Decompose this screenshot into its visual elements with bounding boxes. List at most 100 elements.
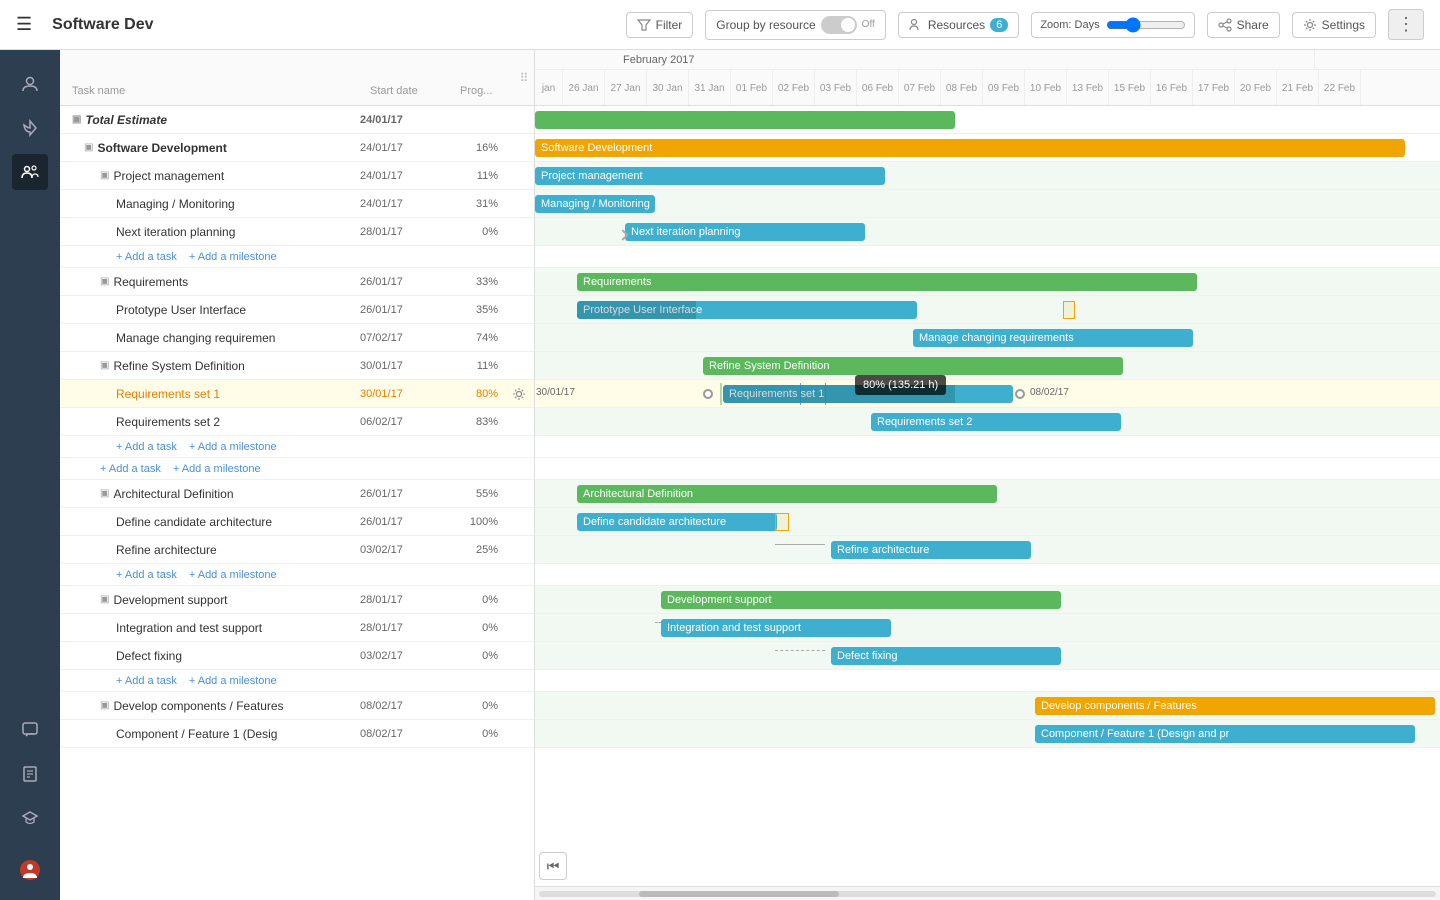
gantt-bar[interactable]: Managing / Monitoring — [535, 195, 655, 213]
dep-box — [775, 513, 789, 531]
sidebar-icon-profile[interactable] — [12, 66, 48, 102]
table-row[interactable]: ▣ Refine System Definition 30/01/17 11% — [60, 352, 534, 380]
table-row[interactable]: Managing / Monitoring 24/01/17 31% — [60, 190, 534, 218]
sidebar-icon-share[interactable] — [12, 110, 48, 146]
add-milestone-link[interactable]: + Add a milestone — [189, 251, 277, 263]
add-task-link[interactable]: + Add a task — [116, 441, 177, 453]
milestone-left — [703, 389, 713, 399]
bar-date-label-left: 30/01/17 — [536, 387, 575, 398]
table-row[interactable]: Requirements set 2 06/02/17 83% — [60, 408, 534, 436]
table-row[interactable]: ▣ Requirements 26/01/17 33% — [60, 268, 534, 296]
task-list-body: ▣ Total Estimate 24/01/17 ▣ Software Dev… — [60, 106, 534, 900]
add-task-row: + Add a task + Add a milestone — [60, 670, 534, 692]
gantt-bar[interactable] — [535, 111, 955, 129]
gantt-bar-software-dev[interactable]: Software Development — [535, 139, 1405, 157]
rewind-button[interactable]: ⏮ — [539, 852, 567, 880]
gantt-bar[interactable]: Refine architecture — [831, 541, 1031, 559]
scroll-thumb[interactable] — [639, 891, 839, 897]
gantt-bar[interactable]: Architectural Definition — [577, 485, 997, 503]
sidebar-icon-notes[interactable] — [12, 756, 48, 792]
table-row[interactable]: Integration and test support 28/01/17 0% — [60, 614, 534, 642]
topbar: ☰ Software Dev Filter Group by resource … — [0, 0, 1440, 50]
resize-handle[interactable]: ⠿ — [514, 50, 534, 105]
expand-icon[interactable]: ▣ — [100, 700, 109, 711]
table-row[interactable]: Component / Feature 1 (Desig 08/02/17 0% — [60, 720, 534, 748]
gantt-bar[interactable]: Project management — [535, 167, 885, 185]
milestone-right — [1015, 389, 1025, 399]
table-row[interactable]: Prototype User Interface 26/01/17 35% — [60, 296, 534, 324]
task-label: Next iteration planning — [116, 225, 235, 239]
dep-line — [775, 650, 825, 651]
sidebar-icon-team[interactable] — [12, 154, 48, 190]
add-milestone-link[interactable]: + Add a milestone — [189, 569, 277, 581]
resources-button[interactable]: Resources 6 — [898, 12, 1019, 38]
group-by-resource-button[interactable]: Group by resource Off — [705, 10, 886, 40]
task-progress: 83% — [444, 416, 504, 428]
gantt-bar[interactable]: Component / Feature 1 (Design and pr — [1035, 725, 1415, 743]
gantt-bar[interactable]: Refine System Definition — [703, 357, 1123, 375]
zoom-slider[interactable] — [1106, 17, 1186, 33]
table-row[interactable]: Refine architecture 03/02/17 25% — [60, 536, 534, 564]
expand-icon[interactable]: ▣ — [100, 360, 109, 371]
day-label: 16 Feb — [1151, 70, 1193, 106]
hamburger-icon[interactable]: ☰ — [16, 14, 32, 35]
gantt-bar[interactable]: Develop components / Features — [1035, 697, 1435, 715]
gantt-bar[interactable]: Define candidate architecture — [577, 513, 777, 531]
table-row[interactable]: ▣ Total Estimate 24/01/17 — [60, 106, 534, 134]
gantt-row-bg: Component / Feature 1 (Design and pr — [535, 720, 1440, 748]
expand-icon[interactable]: ▣ — [100, 170, 109, 181]
table-row[interactable]: ▣ Project management 24/01/17 11% — [60, 162, 534, 190]
expand-icon[interactable]: ▣ — [100, 594, 109, 605]
add-task-link[interactable]: + Add a task — [116, 569, 177, 581]
task-list: Task name Start date Prog... ⠿ ▣ Total E… — [60, 50, 535, 900]
add-milestone-link[interactable]: + Add a milestone — [189, 675, 277, 687]
gantt-bar[interactable]: Requirements set 2 — [871, 413, 1121, 431]
day-label: 09 Feb — [983, 70, 1025, 106]
gantt-bar[interactable]: Development support — [661, 591, 1061, 609]
table-row[interactable]: ▣ Software Development 24/01/17 16% — [60, 134, 534, 162]
share-button[interactable]: Share — [1207, 12, 1280, 38]
education-icon — [21, 809, 39, 827]
gantt-bar[interactable]: Requirements — [577, 273, 1197, 291]
horizontal-scrollbar[interactable] — [535, 886, 1440, 900]
gantt-bar[interactable]: Next iteration planning — [625, 223, 865, 241]
settings-button[interactable]: Settings — [1292, 12, 1376, 38]
expand-icon[interactable]: ▣ — [72, 114, 81, 125]
table-row-highlighted[interactable]: Requirements set 1 30/01/17 80% — [60, 380, 534, 408]
gantt-row-bg: Requirements — [535, 268, 1440, 296]
add-milestone-link[interactable]: + Add a milestone — [189, 441, 277, 453]
filter-button[interactable]: Filter — [626, 12, 694, 38]
gantt-row-bg: Requirements set 2 — [535, 408, 1440, 436]
more-options-button[interactable]: ⋮ — [1388, 9, 1424, 40]
sidebar-icon-user-bottom[interactable] — [12, 852, 48, 888]
gantt-bar-defect-fixing[interactable]: Defect fixing — [831, 647, 1061, 665]
table-row[interactable]: Next iteration planning 28/01/17 0% — [60, 218, 534, 246]
add-milestone-link[interactable]: + Add a milestone — [173, 463, 261, 475]
table-row[interactable]: Define candidate architecture 26/01/17 1… — [60, 508, 534, 536]
table-row[interactable]: ▣ Architectural Definition 26/01/17 55% — [60, 480, 534, 508]
gantt-bar[interactable]: Integration and test support — [661, 619, 891, 637]
expand-icon[interactable]: ▣ — [100, 488, 109, 499]
task-date: 28/01/17 — [354, 622, 444, 634]
task-progress: 0% — [444, 650, 504, 662]
add-task-link[interactable]: + Add a task — [100, 463, 161, 475]
sidebar-icon-chat[interactable] — [12, 712, 48, 748]
gantt-bar[interactable]: Manage changing requirements — [913, 329, 1193, 347]
table-row[interactable]: Manage changing requiremen 07/02/17 74% — [60, 324, 534, 352]
add-task-link[interactable]: + Add a task — [116, 251, 177, 263]
table-row[interactable]: Defect fixing 03/02/17 0% — [60, 642, 534, 670]
task-label: Refine System Definition — [113, 359, 244, 373]
table-row[interactable]: ▣ Development support 28/01/17 0% — [60, 586, 534, 614]
expand-icon[interactable]: ▣ — [100, 276, 109, 287]
task-label: Refine architecture — [116, 543, 217, 557]
task-label: Total Estimate — [85, 113, 167, 127]
gantt-bar[interactable]: Prototype User Interface — [577, 301, 917, 319]
add-task-link[interactable]: + Add a task — [116, 675, 177, 687]
task-label: Project management — [113, 169, 224, 183]
gantt-row-bg: Refine architecture — [535, 536, 1440, 564]
main-content: Task name Start date Prog... ⠿ ▣ Total E… — [60, 50, 1440, 900]
day-label: 27 Jan — [605, 70, 647, 106]
table-row[interactable]: ▣ Develop components / Features 08/02/17… — [60, 692, 534, 720]
expand-icon[interactable]: ▣ — [84, 142, 93, 153]
sidebar-icon-education[interactable] — [12, 800, 48, 836]
